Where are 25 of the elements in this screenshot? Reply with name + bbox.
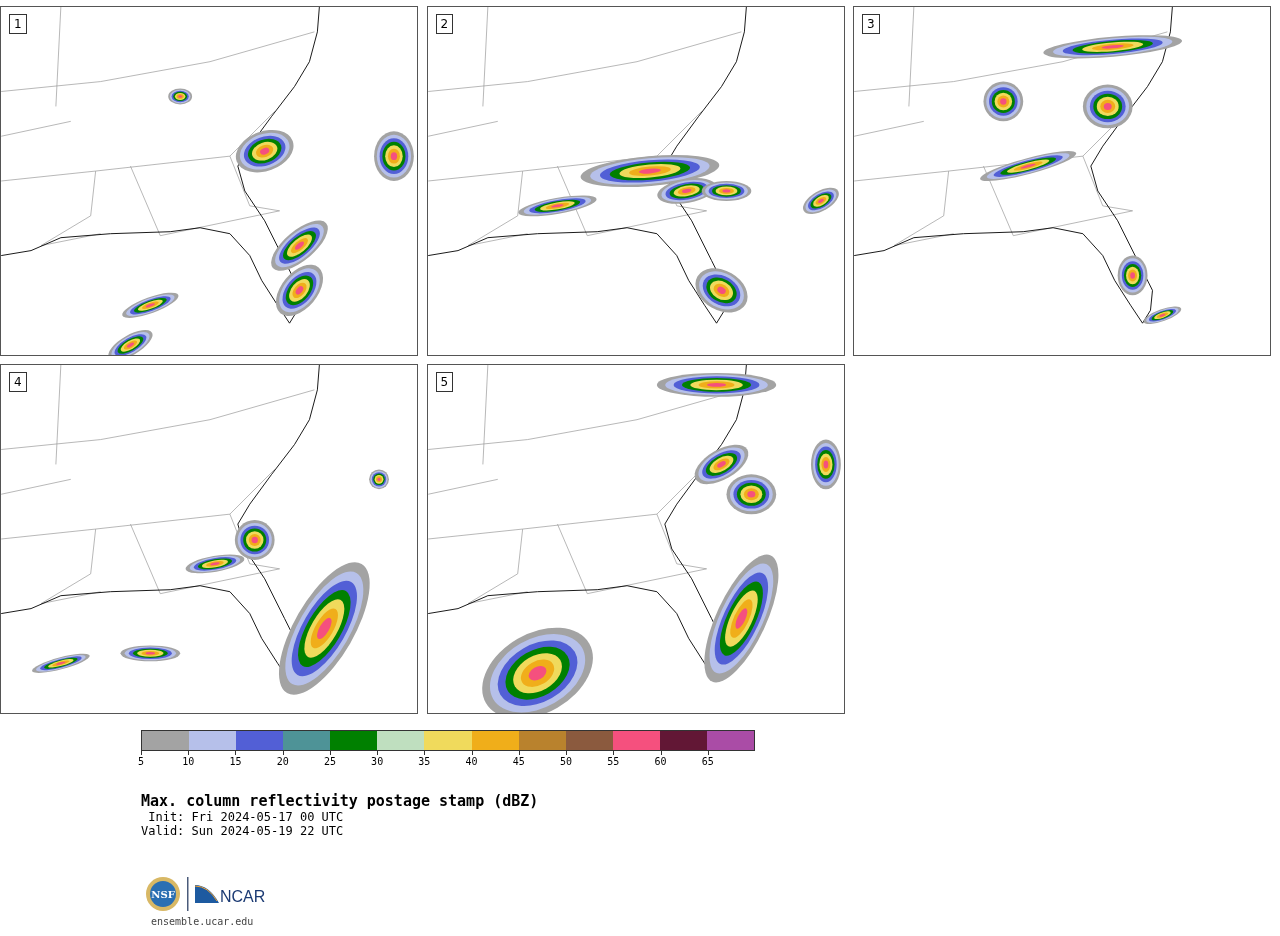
panel-number: 4 <box>9 372 27 392</box>
panel-number: 1 <box>9 14 27 34</box>
panel-number: 5 <box>435 372 454 392</box>
ncar-logo: NCAR <box>195 883 269 905</box>
nsf-logo: NSF <box>145 876 181 912</box>
website-url: ensemble.ucar.edu <box>151 916 255 927</box>
tick-label: 45 <box>512 756 525 767</box>
tick-label: 50 <box>560 756 573 767</box>
tick-label: 55 <box>607 756 620 767</box>
valid-time: Valid: Sun 2024-05-19 22 UTC <box>141 824 345 838</box>
tick-label: 5 <box>138 756 144 767</box>
tick-label: 20 <box>276 756 289 767</box>
tick-label: 35 <box>418 756 431 767</box>
init-time: Init: Fri 2024-05-17 00 UTC <box>147 810 345 824</box>
tick-label: 25 <box>323 756 336 767</box>
tick-label: 10 <box>182 756 195 767</box>
tick-label: 40 <box>465 756 478 767</box>
divider-line <box>187 877 189 911</box>
tick-label: 65 <box>701 756 714 767</box>
panel-number: 2 <box>435 14 454 34</box>
chart-title: Max. column reflectivity postage stamp (dBZ) <box>141 793 540 810</box>
tick-label: 30 <box>371 756 384 767</box>
panel-number: 3 <box>862 14 880 34</box>
tick-label: 15 <box>229 756 242 767</box>
tick-label: 60 <box>654 756 667 767</box>
